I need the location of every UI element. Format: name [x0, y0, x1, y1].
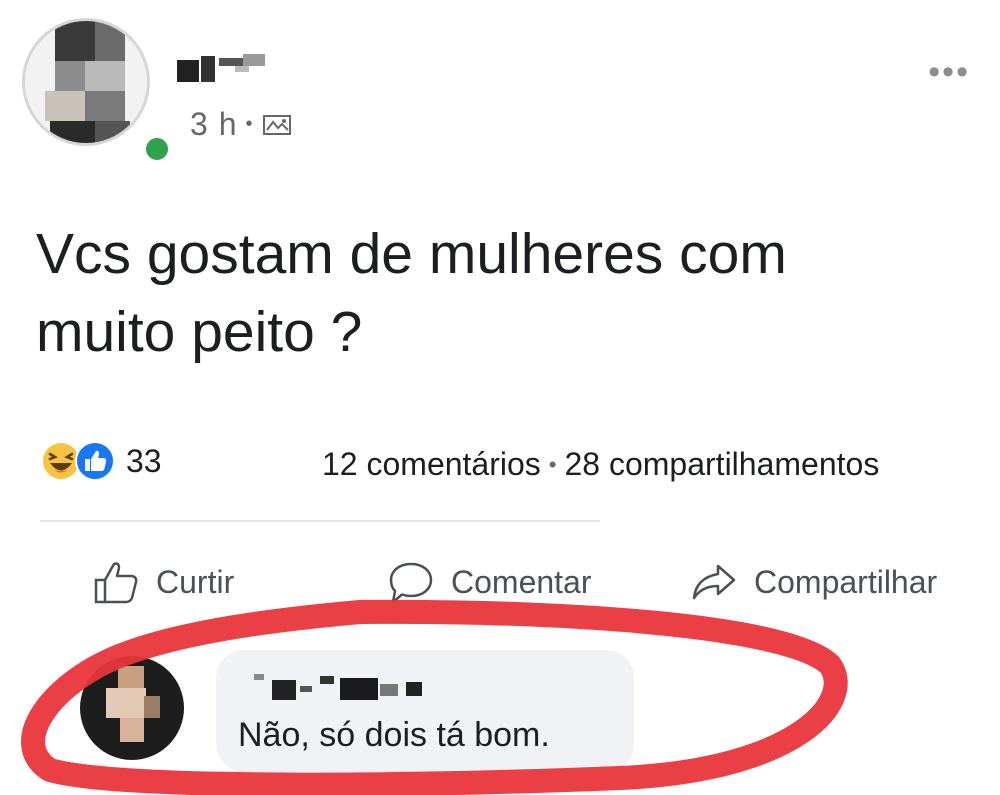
comment-text: Não, só dois tá bom.	[238, 716, 550, 754]
public-icon[interactable]	[262, 112, 292, 138]
facebook-post: 3 h • ••• Vcs gostam de mulheres com mui…	[0, 0, 1000, 795]
commenter-name-blur	[254, 674, 422, 700]
post-actions: Curtir Comentar Compartilhar	[0, 556, 1000, 616]
online-status-dot	[142, 134, 172, 164]
author-name[interactable]	[175, 46, 275, 86]
share-arrow-icon	[692, 564, 736, 600]
divider	[40, 520, 600, 522]
like-button[interactable]: Curtir	[90, 556, 234, 608]
like-label: Curtir	[156, 563, 235, 600]
comment-icon	[389, 562, 433, 604]
commenter-name[interactable]	[240, 668, 440, 704]
comments-count[interactable]: 12 comentários	[322, 446, 541, 483]
more-options-button[interactable]: •••	[928, 55, 970, 89]
reactions-summary[interactable]: 33	[40, 440, 162, 482]
share-button[interactable]: Compartilhar	[688, 556, 937, 608]
author-name-blur	[177, 54, 265, 82]
comment-bubble[interactable]: Não, só dois tá bom.	[216, 650, 634, 772]
share-label: Compartilhar	[754, 563, 938, 600]
comment-label: Comentar	[451, 563, 592, 600]
like-icon	[75, 441, 115, 481]
post-text: Vcs gostam de mulheres com muito peito ?	[36, 222, 787, 364]
post-time[interactable]: 3 h	[190, 106, 237, 143]
commenter-avatar[interactable]	[80, 656, 184, 760]
meta-separator: •	[245, 113, 254, 135]
author-avatar[interactable]	[22, 18, 150, 146]
reaction-count: 33	[126, 442, 162, 479]
stats-separator: •	[548, 451, 557, 477]
post-meta: 3 h •	[190, 106, 292, 143]
author-avatar-wrap[interactable]	[22, 18, 172, 164]
shares-count[interactable]: 28 compartilhamentos	[564, 446, 879, 483]
comment-button[interactable]: Comentar	[385, 556, 592, 608]
thumbs-up-icon	[94, 562, 138, 604]
post-stats: 12 comentários • 28 compartilhamentos	[322, 446, 879, 483]
